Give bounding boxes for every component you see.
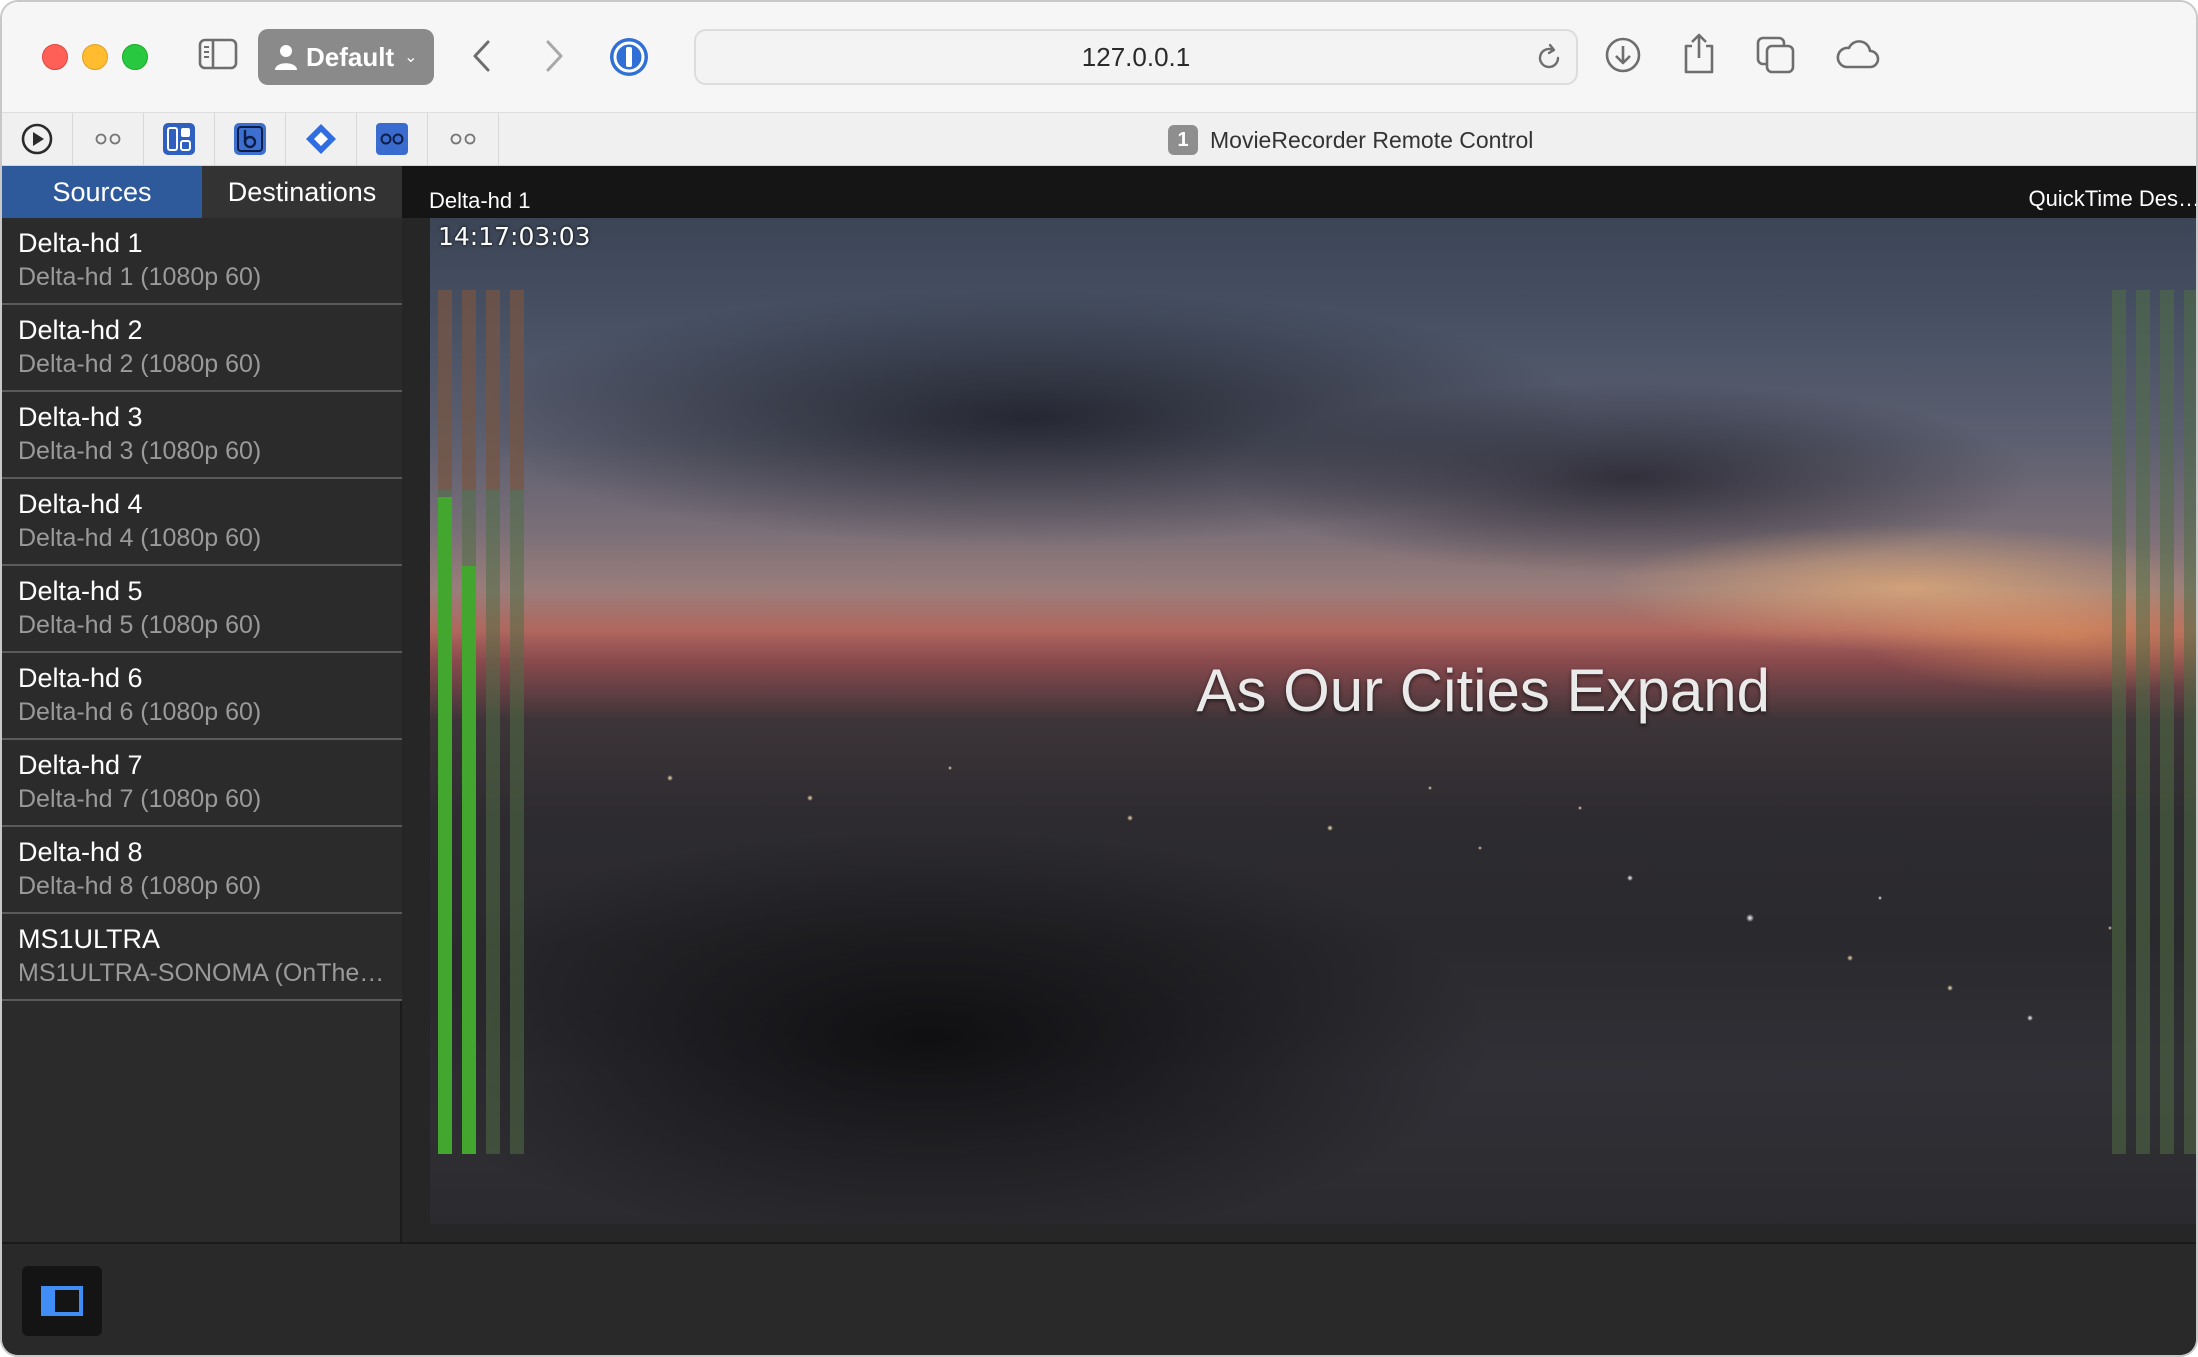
pinned-tab-3[interactable] (144, 113, 215, 165)
city-lights (430, 688, 2196, 1088)
audio-meter-left-3 (486, 290, 500, 1154)
source-title: Delta-hd 5 (18, 576, 143, 606)
source-subtitle: Delta-hd 8 (1080p 60) (18, 872, 262, 900)
meter-fill (438, 497, 452, 1154)
source-subtitle: Delta-hd 1 (1080p 60) (18, 263, 262, 291)
chevron-down-icon: ⌄ (404, 49, 418, 66)
list-item[interactable]: Delta-hd 3 Delta-hd 3 (1080p 60) (2, 392, 402, 479)
address-text: 127.0.0.1 (1081, 41, 1191, 72)
list-item[interactable]: Delta-hd 1 Delta-hd 1 (1080p 60) (2, 218, 402, 305)
source-subtitle: Delta-hd 7 (1080p 60) (18, 785, 262, 813)
address-bar[interactable]: 127.0.0.1 (694, 29, 1578, 85)
list-item[interactable]: Delta-hd 7 Delta-hd 7 (1080p 60) (2, 740, 402, 827)
audio-meter-right-2 (2136, 290, 2150, 1154)
password-manager-icon[interactable] (608, 36, 650, 78)
source-subtitle: Delta-hd 4 (1080p 60) (18, 524, 262, 552)
pinned-tab-7[interactable] (428, 113, 499, 165)
zoom-window-button[interactable] (122, 44, 148, 70)
timecode: 14:17:03:03 (438, 222, 591, 251)
sources-sidebar: Sources Destinations Delta-hd 1 Delta-hd… (2, 166, 402, 1242)
web-content: Sources Destinations Delta-hd 1 Delta-hd… (2, 166, 2198, 1355)
blue-dots-icon (376, 123, 408, 155)
pinned-tab-1[interactable] (2, 113, 73, 165)
bottom-bar (2, 1242, 2196, 1355)
pinned-tabs (2, 113, 499, 165)
destination-name-label: QuickTime Des… (2028, 186, 2198, 211)
list-item[interactable]: Delta-hd 2 Delta-hd 2 (1080p 60) (2, 305, 402, 392)
preview-panel: Delta-hd 1 QuickTime Des… 14:17:03:03 As… (402, 166, 2198, 1242)
audio-meter-left-1 (438, 290, 452, 1154)
dots-icon (95, 133, 121, 145)
source-subtitle: Delta-hd 6 (1080p 60) (18, 698, 262, 726)
list-item[interactable]: Delta-hd 8 Delta-hd 8 (1080p 60) (2, 827, 402, 914)
tab-destinations[interactable]: Destinations (202, 166, 402, 218)
dots-icon (450, 133, 476, 145)
diamond-app-icon (306, 124, 336, 154)
source-title: Delta-hd 7 (18, 750, 143, 780)
pinned-tab-2[interactable] (73, 113, 144, 165)
source-title: Delta-hd 8 (18, 837, 143, 867)
audio-meter-left-2 (462, 290, 476, 1154)
tab-title: MovieRecorder Remote Control (1210, 126, 1534, 153)
person-icon (275, 45, 297, 70)
source-name-label: Delta-hd 1 (429, 188, 531, 213)
share-icon[interactable] (1682, 32, 1716, 74)
audio-meter-right-4 (2184, 290, 2196, 1154)
source-subtitle: Delta-hd 2 (1080p 60) (18, 350, 262, 378)
source-title: Delta-hd 4 (18, 489, 143, 519)
source-title: Delta-hd 1 (18, 228, 143, 258)
audio-meter-right-3 (2160, 290, 2174, 1154)
active-tab[interactable]: 1 MovieRecorder Remote Control (1168, 125, 1533, 155)
audio-meter-right-1 (2112, 290, 2126, 1154)
toggle-sidebar-button[interactable] (22, 1266, 102, 1336)
sidebar-panel-icon (41, 1286, 83, 1316)
pinned-tab-4[interactable] (215, 113, 286, 165)
list-item[interactable]: Delta-hd 5 Delta-hd 5 (1080p 60) (2, 566, 402, 653)
preview-header: Delta-hd 1 QuickTime Des… (402, 166, 2198, 218)
sidebar-toggle-icon[interactable] (198, 38, 238, 70)
video-overlay-text: As Our Cities Expand (1196, 657, 1770, 724)
tabs-overview-icon[interactable] (1756, 36, 1796, 74)
minimize-window-button[interactable] (82, 44, 108, 70)
pinned-tab-5[interactable] (286, 113, 357, 165)
source-subtitle: Delta-hd 3 (1080p 60) (18, 437, 262, 465)
list-item[interactable]: Delta-hd 6 Delta-hd 6 (1080p 60) (2, 653, 402, 740)
source-subtitle: MS1ULTRA-SONOMA (OnThe… (18, 959, 385, 987)
cloud-icon[interactable] (1834, 38, 1880, 70)
profile-button[interactable]: Default ⌄ (258, 29, 434, 85)
source-title: Delta-hd 3 (18, 402, 143, 432)
browser-toolbar: Default ⌄ 127.0.0.1 (2, 2, 2196, 112)
forward-icon[interactable] (542, 38, 566, 74)
source-title: MS1ULTRA (18, 924, 161, 954)
source-title: Delta-hd 6 (18, 663, 143, 693)
tab-bar: 1 MovieRecorder Remote Control (2, 112, 2196, 166)
audio-meter-left-4 (510, 290, 524, 1154)
reload-icon[interactable] (1534, 43, 1564, 80)
source-list: Delta-hd 1 Delta-hd 1 (1080p 60) Delta-h… (2, 218, 402, 1001)
source-title: Delta-hd 2 (18, 315, 143, 345)
back-icon[interactable] (470, 38, 494, 74)
grid-app-icon (163, 123, 195, 155)
b-app-icon (234, 123, 266, 155)
pinned-tab-6[interactable] (357, 113, 428, 165)
source-subtitle: Delta-hd 5 (1080p 60) (18, 611, 262, 639)
download-icon[interactable] (1604, 36, 1642, 74)
segment-control: Sources Destinations (2, 166, 402, 218)
play-circle-icon (21, 123, 53, 155)
list-item[interactable]: Delta-hd 4 Delta-hd 4 (1080p 60) (2, 479, 402, 566)
video-preview[interactable]: 14:17:03:03 As Our Cities Expand (430, 218, 2196, 1224)
meter-fill (462, 566, 476, 1154)
close-window-button[interactable] (42, 44, 68, 70)
tab-sources[interactable]: Sources (2, 166, 202, 218)
list-item[interactable]: MS1ULTRA MS1ULTRA-SONOMA (OnThe… (2, 914, 402, 1001)
tab-badge: 1 (1168, 125, 1198, 155)
browser-window: Default ⌄ 127.0.0.1 1 MovieRecorder Remo… (0, 0, 2198, 1357)
profile-label: Default (306, 41, 395, 72)
